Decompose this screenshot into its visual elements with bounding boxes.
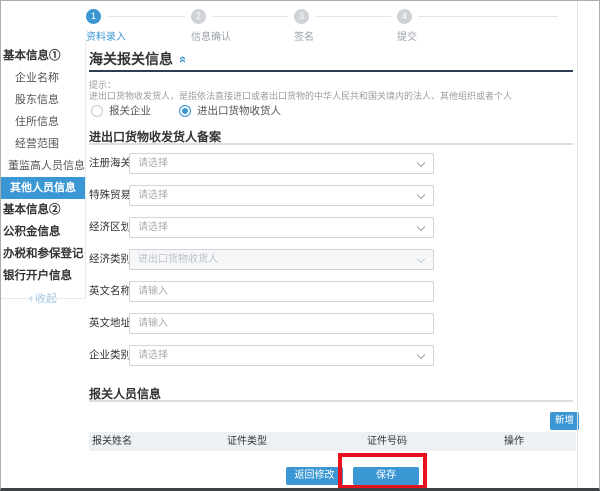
sidebar-item-company-name[interactable]: 企业名称 [1,67,85,89]
chevron-down-icon [417,351,425,359]
form-row-economic-category: 经济类别* 进出口货物收货人 [89,249,576,270]
radio-label: 进出口货物收货人 [197,103,281,118]
column-header-id-number: 证件号码 [367,432,407,451]
select-value: 请选择 [138,190,168,201]
radio-label: 报关企业 [109,103,151,118]
form-row-special-trade-zone: 特殊贸易区域* 请选择 [89,185,576,206]
sidebar: 基本信息① 企业名称 股东信息 住所信息 经营范围 董监高人员信息 其他人员信息… [1,39,86,299]
hint-text: 进出口货物收发货人，是指依法直接进口或者出口货物的中华人民共和国关境内的法人、其… [89,89,512,102]
column-header-actions: 操作 [504,432,524,451]
chevron-down-icon [417,191,425,199]
content-right-border [577,1,578,491]
enterprise-type-radio-group: 报关企业 进出口货物收货人 [91,103,281,118]
radio-unselected-icon [91,105,103,117]
title-divider [89,70,573,72]
collapse-up-icon[interactable]: « [176,56,191,63]
sidebar-item-address[interactable]: 住所信息 [1,111,85,133]
sidebar-item-other-personnel[interactable]: 其他人员信息 [1,177,85,199]
enterprise-category-select[interactable]: 请选择 [129,345,434,366]
page-title-text: 海关报关信息 [89,51,173,67]
chevron-left-icon: ‹ [29,291,33,305]
chevron-down-icon [417,159,425,167]
select-value: 请选择 [138,350,168,361]
radio-import-export-consignee[interactable]: 进出口货物收货人 [179,103,281,118]
chevron-down-icon [417,255,425,263]
input-placeholder: 请输入 [138,286,168,297]
form-row-english-name: 英文名称* 请输入 [89,281,576,302]
section-divider [89,400,573,402]
economic-category-select-disabled: 进出口货物收货人 [129,249,434,270]
sidebar-item-executives[interactable]: 董监高人员信息 [1,155,85,177]
sidebar-item-shareholders[interactable]: 股东信息 [1,89,85,111]
form-fields: 注册海关* 请选择 特殊贸易区域* 请选择 经济区划* 请选择 [89,153,576,377]
form-row-english-address: 英文地址* 请输入 [89,313,576,334]
input-placeholder: 请输入 [138,318,168,329]
select-value: 请选择 [138,222,168,233]
select-value: 请选择 [138,158,168,169]
back-modify-button[interactable]: 返回修改 [286,467,343,485]
sidebar-item-bank-account[interactable]: 银行开户信息 [1,265,85,287]
select-value: 进出口货物收货人 [138,254,218,265]
sidebar-item-basic-info-2[interactable]: 基本信息② [1,199,85,221]
form-row-enterprise-category: 企业类别* 请选择 [89,345,576,366]
collapse-label: 收起 [35,293,57,305]
declarant-table-header: 报关姓名 证件类型 证件号码 操作 [89,432,576,451]
save-button[interactable]: 保存 [353,467,419,485]
form-row-economic-zone: 经济区划* 请选择 [89,217,576,238]
sidebar-item-housing-fund[interactable]: 公积金信息 [1,221,85,243]
column-header-declarant-name: 报关姓名 [92,432,132,451]
form-row-registered-customs: 注册海关* 请选择 [89,153,576,174]
english-address-input[interactable]: 请输入 [129,313,434,334]
section-divider [89,143,573,145]
app-window: 1 2 3 4 资料录入 信息确认 签名 提交 基本信息① 企业名称 股东信息 … [0,0,600,491]
registered-customs-select[interactable]: 请选择 [129,153,434,174]
main-content: 海关报关信息« 提示： 进出口货物收发货人，是指依法直接进口或者出口货物的中华人… [89,1,576,491]
column-header-id-type: 证件类型 [227,432,267,451]
chevron-down-icon [417,223,425,231]
english-name-input[interactable]: 请输入 [129,281,434,302]
special-trade-zone-select[interactable]: 请选择 [129,185,434,206]
economic-zone-select[interactable]: 请选择 [129,217,434,238]
radio-selected-icon [179,105,191,117]
sidebar-item-business-scope[interactable]: 经营范围 [1,133,85,155]
sidebar-item-basic-info-1[interactable]: 基本信息① [1,45,85,67]
page-title: 海关报关信息« [89,49,187,69]
add-button[interactable]: 新增 [550,412,579,430]
sidebar-item-tax-insurance[interactable]: 办税和参保登记 [1,243,85,265]
radio-customs-enterprise[interactable]: 报关企业 [91,103,151,118]
sidebar-collapse-button[interactable]: ‹收起 [1,287,85,309]
